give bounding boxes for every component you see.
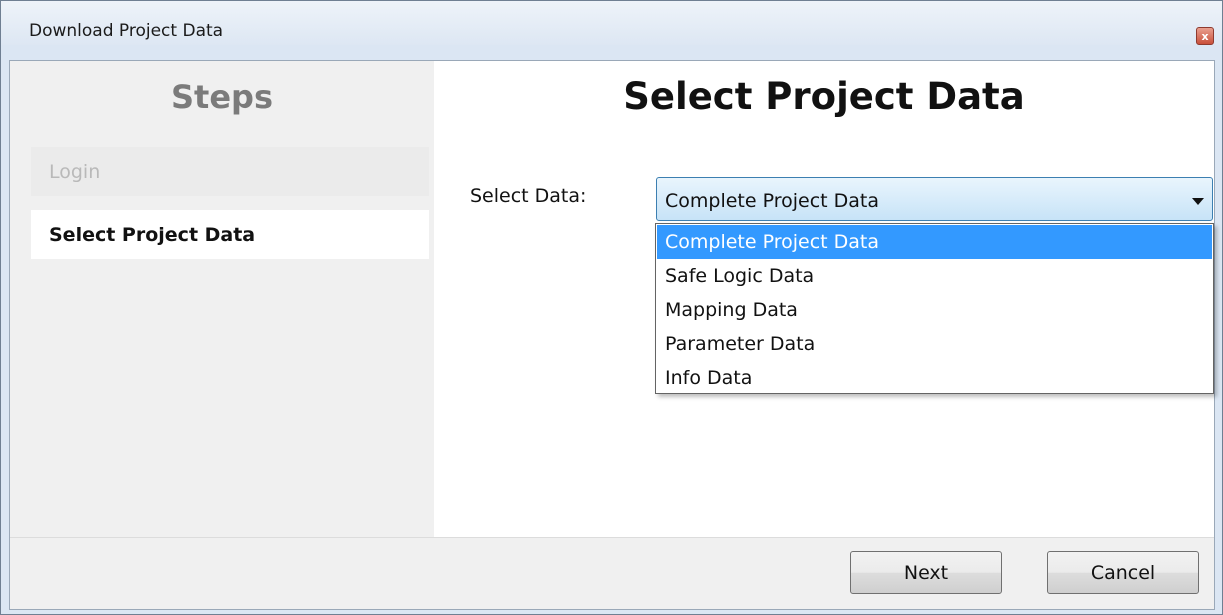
cancel-button[interactable]: Cancel [1047,551,1199,594]
step-select-project-data: Select Project Data [31,210,429,259]
next-button[interactable]: Next [850,551,1002,594]
step-login: Login [31,147,429,196]
close-icon: x [1201,29,1209,43]
button-bar: Next Cancel [10,537,1214,609]
option-complete-project-data[interactable]: Complete Project Data [657,225,1212,259]
close-button[interactable]: x [1196,27,1214,45]
dialog-window: Download Project Data x Steps Login Sele… [0,0,1223,615]
combobox-value: Complete Project Data [665,190,880,212]
select-data-combobox[interactable]: Complete Project Data [656,177,1213,221]
window-title: Download Project Data [29,21,224,41]
option-parameter-data[interactable]: Parameter Data [657,327,1212,361]
title-bar[interactable]: Download Project Data x [1,1,1222,45]
option-mapping-data[interactable]: Mapping Data [657,293,1212,327]
option-safe-logic-data[interactable]: Safe Logic Data [657,259,1212,293]
select-data-dropdown-list: Complete Project Data Safe Logic Data Ma… [655,223,1214,394]
page-title: Select Project Data [623,75,1025,118]
chevron-down-icon[interactable] [1192,198,1204,205]
dialog-content: Steps Login Select Project Data Select P… [9,60,1215,610]
option-info-data[interactable]: Info Data [657,361,1212,395]
steps-title: Steps [171,78,273,116]
steps-sidebar: Steps Login Select Project Data [10,61,434,537]
select-data-label: Select Data: [470,185,587,207]
